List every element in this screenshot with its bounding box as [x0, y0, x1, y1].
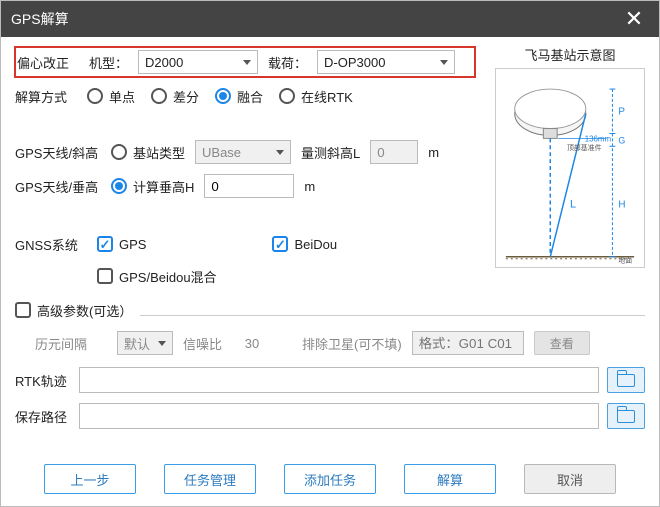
save-path-label: 保存路径: [15, 407, 71, 426]
snr-label: 信噪比: [183, 334, 222, 353]
save-browse-button[interactable]: [607, 403, 645, 429]
check-advanced[interactable]: 高级参数(可选）: [15, 301, 132, 320]
radio-online-rtk[interactable]: 在线RTK: [279, 87, 353, 106]
payload-select[interactable]: D-OP3000: [317, 50, 455, 74]
close-icon[interactable]: ✕: [619, 6, 649, 32]
diagram-title: 飞马基站示意图: [495, 45, 645, 64]
save-path-input[interactable]: [79, 403, 599, 429]
folder-icon: [617, 374, 635, 387]
svg-text:L: L: [570, 198, 576, 210]
base-station-diagram: 飞马基站示意图 L P G H 136mm 顶部基准件: [495, 45, 645, 271]
rtk-path-input[interactable]: [79, 367, 599, 393]
svg-text:G: G: [618, 135, 625, 145]
meas-slant-label: 量测斜高L: [301, 143, 360, 162]
radio-diff[interactable]: 差分: [151, 87, 199, 106]
chevron-down-icon: [158, 341, 166, 346]
payload-value: D-OP3000: [324, 55, 385, 70]
check-gps[interactable]: GPS: [97, 236, 146, 252]
base-type-select: UBase: [195, 140, 291, 164]
model-select[interactable]: D2000: [138, 50, 258, 74]
cancel-button[interactable]: 取消: [524, 464, 616, 494]
svg-text:136mm: 136mm: [585, 134, 612, 143]
folder-icon: [617, 410, 635, 423]
epoch-select: 默认: [117, 331, 173, 355]
epoch-value: 默认: [124, 334, 150, 353]
model-label: 机型：: [89, 53, 128, 72]
check-beidou[interactable]: BeiDou: [272, 236, 337, 252]
rtk-path-label: RTK轨迹: [15, 371, 71, 390]
radio-base-type[interactable]: 基站类型: [111, 143, 185, 162]
unit-m: m: [304, 179, 315, 194]
offset-correction-label: 偏心改正: [17, 53, 69, 72]
add-task-button[interactable]: 添加任务: [284, 464, 376, 494]
payload-label: 载荷：: [268, 53, 307, 72]
chevron-down-icon: [276, 150, 284, 155]
view-button: 查看: [534, 331, 590, 355]
gps-solve-dialog: GPS解算 ✕ 飞马基站示意图 L P G H: [0, 0, 660, 507]
meas-slant-input: [370, 140, 418, 164]
model-value: D2000: [145, 55, 183, 70]
diagram-image: L P G H 136mm 顶部基准件 地面: [495, 68, 645, 268]
title-bar: GPS解算 ✕: [1, 1, 659, 37]
chevron-down-icon: [440, 60, 448, 65]
radio-single[interactable]: 单点: [87, 87, 135, 106]
calc-vert-input[interactable]: [204, 174, 294, 198]
prev-button[interactable]: 上一步: [44, 464, 136, 494]
svg-text:顶部基准件: 顶部基准件: [567, 143, 602, 152]
gnss-label: GNSS系统: [15, 235, 79, 254]
snr-value: 30: [232, 336, 272, 351]
svg-text:P: P: [618, 107, 625, 118]
chevron-down-icon: [243, 60, 251, 65]
solve-button[interactable]: 解算: [404, 464, 496, 494]
window-title: GPS解算: [11, 9, 69, 29]
unit-m: m: [428, 145, 439, 160]
svg-text:H: H: [618, 199, 625, 210]
svg-text:地面: 地面: [618, 256, 632, 265]
check-gps-beidou-mix[interactable]: GPS/Beidou混合: [97, 267, 217, 286]
exclude-sat-input: [412, 331, 524, 355]
footer-buttons: 上一步 任务管理 添加任务 解算 取消: [1, 454, 659, 506]
solve-mode-label: 解算方式: [15, 87, 71, 106]
antenna-slant-label: GPS天线/斜高: [15, 143, 101, 162]
epoch-label: 历元间隔: [35, 334, 87, 353]
radio-calc-vert[interactable]: 计算垂高H: [111, 177, 194, 196]
rtk-browse-button[interactable]: [607, 367, 645, 393]
base-type-value: UBase: [202, 145, 241, 160]
task-manager-button[interactable]: 任务管理: [164, 464, 256, 494]
radio-fusion[interactable]: 融合: [215, 87, 263, 106]
exclude-sat-label: 排除卫星(可不填): [302, 334, 402, 353]
antenna-vert-label: GPS天线/垂高: [15, 177, 101, 196]
